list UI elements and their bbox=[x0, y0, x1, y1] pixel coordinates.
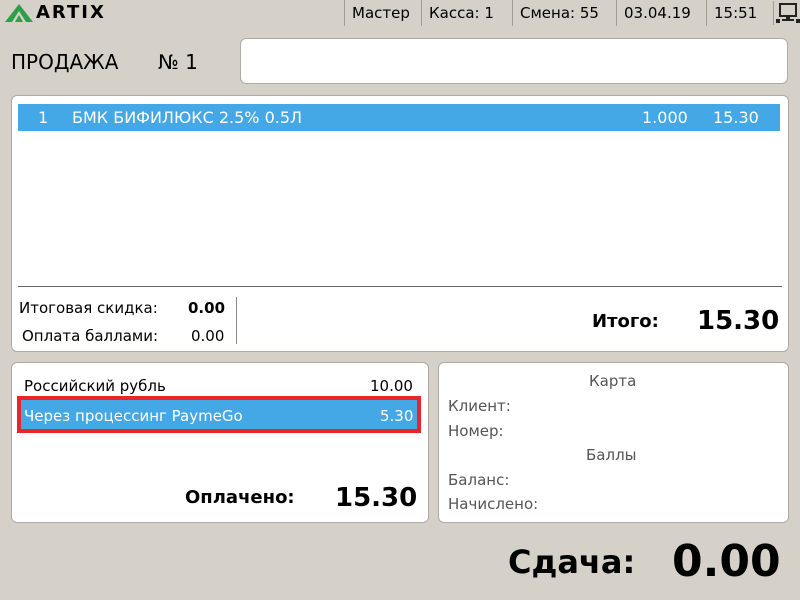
sale-number: № 1 bbox=[158, 50, 198, 74]
accrued-label: Начислено: bbox=[448, 495, 539, 513]
status-time: 15:51 bbox=[706, 0, 764, 26]
points-payment-label: Оплата баллами: bbox=[22, 327, 159, 345]
receipt-row[interactable]: 1 БМК БИФИЛЮКС 2.5% 0.5Л 1.000 15.30 bbox=[18, 104, 780, 131]
status-register: Касса: 1 bbox=[421, 0, 501, 26]
barcode-input[interactable] bbox=[240, 38, 788, 84]
payment-item-amount: 10.00 bbox=[370, 377, 413, 395]
sale-title: ПРОДАЖА bbox=[11, 50, 119, 74]
receipt-row-sum: 15.30 bbox=[713, 108, 759, 127]
change-label: Сдача: bbox=[508, 543, 636, 581]
paid-value: 15.30 bbox=[335, 483, 418, 513]
discount-value: 0.00 bbox=[188, 299, 226, 317]
discount-label: Итоговая скидка: bbox=[19, 299, 158, 317]
receipt-divider bbox=[18, 286, 782, 287]
artix-logo-icon bbox=[5, 4, 33, 22]
payment-item-name: Через процессинг PaymeGo bbox=[24, 407, 243, 425]
total-value: 15.30 bbox=[697, 306, 780, 336]
payment-item-amount: 5.30 bbox=[380, 407, 414, 425]
change-value: 0.00 bbox=[672, 536, 781, 587]
balance-label: Баланс: bbox=[448, 471, 510, 489]
payment-item-name[interactable]: Российский рубль bbox=[24, 376, 166, 396]
receipt-row-qty: 1.000 bbox=[642, 108, 688, 127]
terminal-icon[interactable] bbox=[773, 1, 800, 25]
receipt-row-position: 1 bbox=[38, 108, 49, 127]
card-number-label: Номер: bbox=[448, 422, 504, 440]
total-label: Итого: bbox=[592, 311, 659, 332]
summary-separator bbox=[236, 297, 237, 344]
card-title: Карта bbox=[589, 372, 637, 390]
status-date: 03.04.19 bbox=[616, 0, 698, 26]
status-shift: Смена: 55 bbox=[512, 0, 606, 26]
status-user: Мастер bbox=[344, 0, 417, 26]
brand-name: ARTIX bbox=[36, 2, 106, 23]
points-payment-value: 0.00 bbox=[191, 327, 225, 345]
client-label: Клиент: bbox=[448, 397, 511, 415]
receipt-row-name: БМК БИФИЛЮКС 2.5% 0.5Л bbox=[72, 108, 303, 127]
points-title: Баллы bbox=[586, 446, 637, 464]
paid-label: Оплачено: bbox=[185, 487, 295, 508]
